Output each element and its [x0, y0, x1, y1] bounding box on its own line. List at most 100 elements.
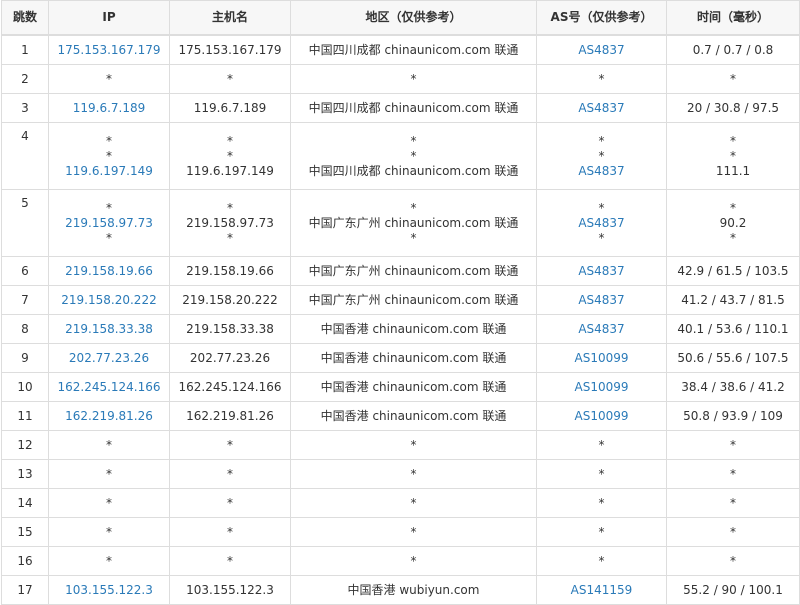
region-cell: 中国香港 chinaunicom.com 联通 — [290, 343, 537, 373]
asn-link[interactable]: AS10099 — [537, 409, 666, 424]
timeout-marker: * — [598, 466, 605, 481]
column-header-hop: 跳数 — [1, 0, 49, 36]
ip-cell: 219.158.19.66 — [48, 256, 170, 286]
time-cell: 0.7 / 0.7 / 0.8 — [666, 34, 800, 65]
asn-link[interactable]: AS4837 — [537, 101, 666, 116]
time-text: 38.4 / 38.6 / 41.2 — [681, 379, 785, 394]
timeout-marker: * — [730, 230, 736, 245]
asn-cell: * — [536, 64, 667, 94]
region-cell: 中国香港 chinaunicom.com 联通 — [290, 401, 537, 431]
region-cell: * — [290, 459, 537, 489]
hostname-cell: * — [169, 488, 291, 518]
hostname-cell: * — [169, 64, 291, 94]
timeout-marker: * — [227, 466, 233, 481]
table-row: 17 103.155.122.3 103.155.122.3 中国香港 wubiyun… — [1, 575, 800, 605]
hostname-cell: * — [169, 546, 291, 576]
ip-link[interactable]: 219.158.33.38 — [49, 322, 169, 337]
ip-cell: * — [48, 459, 170, 489]
region-text: 中国四川成都 chinaunicom.com 联通 — [308, 100, 519, 115]
timeout-marker: * — [106, 133, 112, 148]
ip-link[interactable]: 175.153.167.179 — [49, 43, 169, 58]
table-row: 4 * * 119.6.197.149 * * 119.6.197.149 * * 中国四川成都 … — [1, 122, 800, 190]
region-cell: * 中国广东广州 chinaunicom.com 联通 * — [290, 189, 537, 257]
timeout-marker: * — [598, 148, 605, 163]
asn-link[interactable]: AS141159 — [537, 583, 666, 598]
time-cell: * — [666, 64, 800, 94]
host-text: 219.158.19.66 — [186, 263, 274, 278]
asn-link[interactable]: AS4837 — [537, 322, 666, 337]
region-text: 中国四川成都 chinaunicom.com 联通 — [308, 163, 519, 178]
timeout-marker: * — [227, 71, 233, 86]
region-text: 中国香港 wubiyun.com — [347, 582, 480, 597]
timeout-marker: * — [227, 524, 233, 539]
region-text: 中国香港 chinaunicom.com 联通 — [320, 350, 507, 365]
region-text: 中国广东广州 chinaunicom.com 联通 — [308, 215, 519, 230]
ip-cell: * — [48, 488, 170, 518]
timeout-marker: * — [410, 230, 417, 245]
timeout-marker: * — [106, 495, 112, 510]
timeout-marker: * — [106, 71, 112, 86]
time-cell: 40.1 / 53.6 / 110.1 — [666, 314, 800, 344]
asn-link[interactable]: AS4837 — [537, 293, 666, 308]
column-header-ip: IP — [48, 0, 170, 36]
host-text: 219.158.97.73 — [186, 215, 274, 230]
table-row: 11 162.219.81.26 162.219.81.26 中国香港 chinaun… — [1, 401, 800, 431]
region-cell: * — [290, 488, 537, 518]
ip-link[interactable]: 119.6.7.189 — [49, 101, 169, 116]
timeout-marker: * — [730, 495, 736, 510]
ip-link[interactable]: 103.155.122.3 — [49, 583, 169, 598]
asn-cell: AS4837 — [536, 34, 667, 65]
asn-cell: * — [536, 459, 667, 489]
ip-link[interactable]: 162.245.124.166 — [49, 380, 169, 395]
region-cell: 中国香港 wubiyun.com — [290, 575, 537, 605]
ip-link[interactable]: 219.158.97.73 — [49, 216, 169, 231]
hostname-cell: * — [169, 517, 291, 547]
ip-link[interactable]: 119.6.197.149 — [49, 164, 169, 179]
timeout-marker: * — [730, 200, 736, 215]
asn-cell: * — [536, 430, 667, 460]
region-cell: * * 中国四川成都 chinaunicom.com 联通 — [290, 122, 537, 190]
region-text: 中国四川成都 chinaunicom.com 联通 — [308, 42, 519, 57]
time-text: 20 / 30.8 / 97.5 — [686, 100, 780, 115]
ip-cell: * * 119.6.197.149 — [48, 122, 170, 190]
time-cell: 38.4 / 38.6 / 41.2 — [666, 372, 800, 402]
table-row: 12 * * * * * — [1, 430, 800, 460]
asn-link[interactable]: AS10099 — [537, 380, 666, 395]
hostname-cell: * — [169, 430, 291, 460]
traceroute-table: 跳数 IP 主机名 地区（仅供参考） AS号（仅供参考） 时间（毫秒） 1 175… — [1, 0, 800, 605]
ip-link[interactable]: 162.219.81.26 — [49, 409, 169, 424]
asn-link[interactable]: AS4837 — [537, 164, 666, 179]
time-cell: * — [666, 459, 800, 489]
asn-link[interactable]: AS4837 — [537, 216, 666, 231]
timeout-marker: * — [410, 437, 417, 452]
hostname-cell: 219.158.19.66 — [169, 256, 291, 286]
time-cell: * — [666, 488, 800, 518]
time-cell: * — [666, 517, 800, 547]
asn-cell: AS4837 — [536, 314, 667, 344]
time-cell: * — [666, 430, 800, 460]
time-text: 111.1 — [715, 163, 751, 178]
time-text: 55.2 / 90 / 100.1 — [683, 582, 783, 597]
region-cell: * — [290, 64, 537, 94]
table-row: 6 219.158.19.66 219.158.19.66 中国广东广州 chinau… — [1, 256, 800, 286]
asn-link[interactable]: AS4837 — [537, 43, 666, 58]
hostname-cell: 162.245.124.166 — [169, 372, 291, 402]
ip-link[interactable]: 202.77.23.26 — [49, 351, 169, 366]
hop-number-cell: 13 — [1, 459, 49, 489]
timeout-marker: * — [598, 524, 605, 539]
timeout-marker: * — [410, 466, 417, 481]
hop-number-cell: 3 — [1, 93, 49, 123]
time-text: 50.6 / 55.6 / 107.5 — [677, 350, 789, 365]
asn-link[interactable]: AS4837 — [537, 264, 666, 279]
ip-cell: * — [48, 64, 170, 94]
hop-number-cell: 16 — [1, 546, 49, 576]
ip-link[interactable]: 219.158.19.66 — [49, 264, 169, 279]
region-text: 中国广东广州 chinaunicom.com 联通 — [308, 263, 519, 278]
ip-cell: 175.153.167.179 — [48, 34, 170, 65]
timeout-marker: * — [227, 495, 233, 510]
timeout-marker: * — [598, 495, 605, 510]
ip-cell: 119.6.7.189 — [48, 93, 170, 123]
ip-link[interactable]: 219.158.20.222 — [49, 293, 169, 308]
asn-link[interactable]: AS10099 — [537, 351, 666, 366]
asn-cell: AS4837 — [536, 256, 667, 286]
